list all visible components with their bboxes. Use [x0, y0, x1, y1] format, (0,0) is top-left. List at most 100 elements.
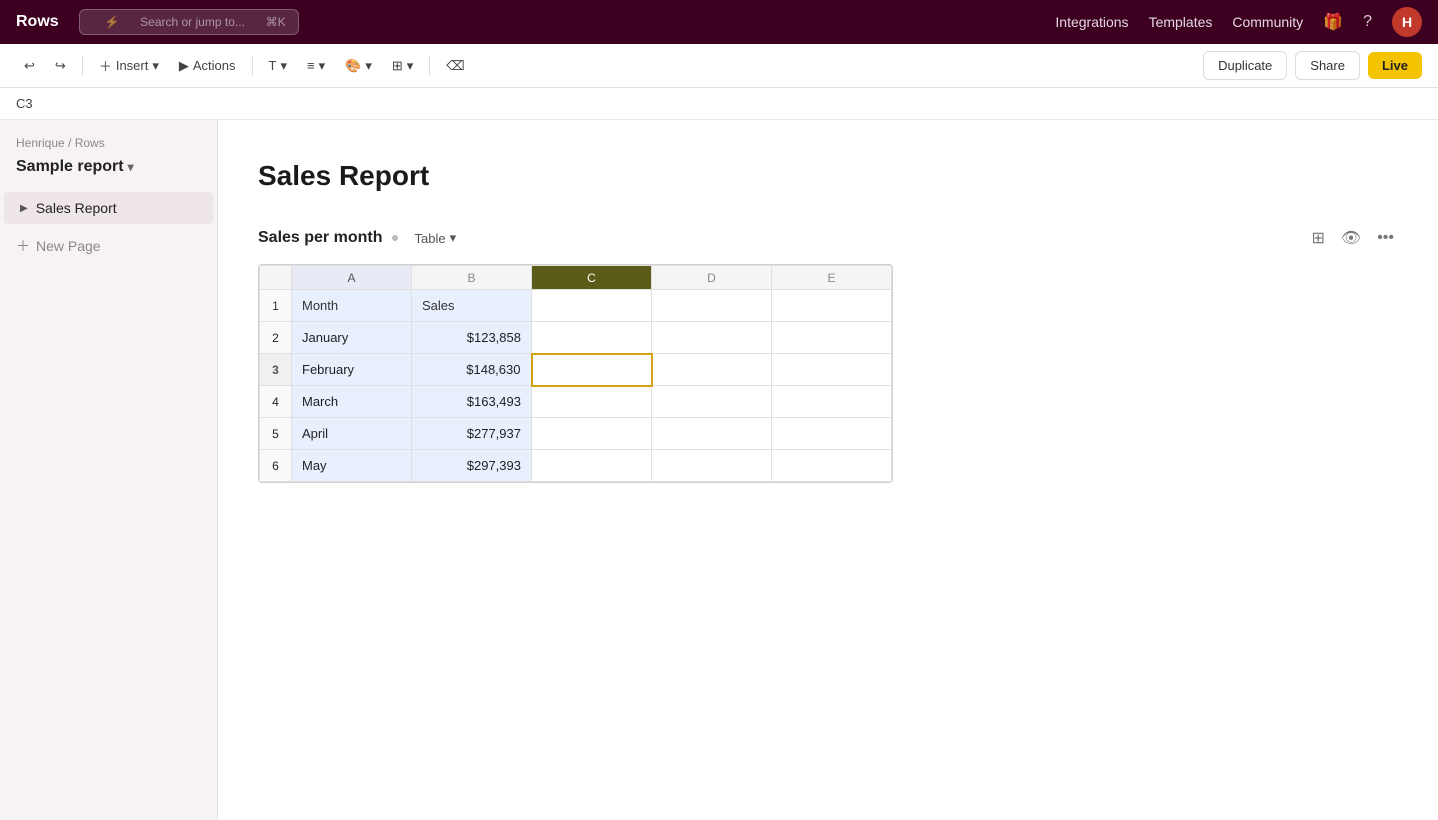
cell-c5[interactable]	[532, 418, 652, 450]
insert-icon: ＋	[99, 56, 112, 75]
table-widget: Sales per month Table ▾ ⊞ 👁 •••	[258, 224, 1398, 486]
live-button[interactable]: Live	[1368, 52, 1422, 79]
cell-e1[interactable]	[772, 290, 892, 322]
app-logo: Rows	[16, 13, 59, 31]
cell-d1[interactable]	[652, 290, 772, 322]
cell-d5[interactable]	[652, 418, 772, 450]
col-c-header[interactable]: C	[532, 266, 652, 290]
sidebar: Henrique / Rows Sample report ▾ ▶ Sales …	[0, 120, 218, 820]
table-row: 1 Month Sales	[260, 290, 892, 322]
rownum-6: 6	[260, 450, 292, 482]
more-button[interactable]: •••	[1373, 225, 1398, 251]
rownum-header	[260, 266, 292, 290]
cell-e6[interactable]	[772, 450, 892, 482]
share-button[interactable]: Share	[1295, 51, 1360, 80]
rownum-5: 5	[260, 418, 292, 450]
cell-c4[interactable]	[532, 386, 652, 418]
cell-d3[interactable]	[652, 354, 772, 386]
integrations-link[interactable]: Integrations	[1055, 14, 1128, 30]
actions-button[interactable]: ▶ Actions	[171, 52, 244, 80]
data-table: A B C D E 1 Month Sales	[259, 265, 892, 482]
cell-a6[interactable]: May	[292, 450, 412, 482]
toolbar: ↩ ↪ ＋ Insert ▾ ▶ Actions T ▾ ≡ ▾ 🎨 ▾ ⊞ ▾…	[0, 44, 1438, 88]
new-page-item[interactable]: ＋ New Page	[0, 228, 217, 264]
table-widget-dot	[392, 235, 398, 241]
cell-d6[interactable]	[652, 450, 772, 482]
cell-b1[interactable]: Sales	[412, 290, 532, 322]
table-row: 6 May $297,393	[260, 450, 892, 482]
table-row: 4 March $163,493	[260, 386, 892, 418]
cell-b6[interactable]: $297,393	[412, 450, 532, 482]
text-format-button[interactable]: T ▾	[261, 52, 295, 80]
table-row: 3 February $148,630	[260, 354, 892, 386]
insert-button[interactable]: ＋ Insert ▾	[91, 50, 167, 81]
cell-b4[interactable]: $163,493	[412, 386, 532, 418]
filter-button[interactable]: ⊞	[1307, 224, 1328, 252]
cell-c6[interactable]	[532, 450, 652, 482]
layout-button[interactable]: ⊞ ▾	[384, 52, 421, 80]
cell-b3[interactable]: $148,630	[412, 354, 532, 386]
cell-e2[interactable]	[772, 322, 892, 354]
cell-a5[interactable]: April	[292, 418, 412, 450]
insert-chevron: ▾	[152, 58, 159, 74]
col-b-header[interactable]: B	[412, 266, 532, 290]
cell-b5[interactable]: $277,937	[412, 418, 532, 450]
rownum-2: 2	[260, 322, 292, 354]
sidebar-page-label: Sales Report	[36, 200, 117, 216]
cell-d4[interactable]	[652, 386, 772, 418]
toolbar-separator-1	[82, 56, 83, 76]
view-button[interactable]: 👁	[1337, 224, 1365, 252]
new-page-label: New Page	[36, 238, 101, 254]
cell-c2[interactable]	[532, 322, 652, 354]
search-placeholder: Search or jump to...	[140, 15, 245, 29]
undo-button[interactable]: ↩	[16, 52, 43, 80]
col-d-header[interactable]: D	[652, 266, 772, 290]
cell-b2[interactable]: $123,858	[412, 322, 532, 354]
toolbar-right-actions: Duplicate Share Live	[1203, 51, 1422, 80]
report-title-text: Sample report	[16, 158, 124, 176]
actions-label: Actions	[193, 58, 236, 73]
duplicate-button[interactable]: Duplicate	[1203, 51, 1287, 80]
table-type-chevron: ▾	[450, 230, 457, 246]
cell-e5[interactable]	[772, 418, 892, 450]
color-button[interactable]: 🎨 ▾	[337, 52, 380, 80]
breadcrumb: Henrique / Rows	[0, 136, 217, 158]
toolbar-separator-2	[252, 56, 253, 76]
help-icon[interactable]: ?	[1363, 13, 1372, 31]
page-title: Sales Report	[258, 160, 1398, 192]
align-button[interactable]: ≡ ▾	[299, 52, 333, 80]
templates-link[interactable]: Templates	[1149, 14, 1213, 30]
sidebar-item-sales-report[interactable]: ▶ Sales Report	[4, 192, 213, 224]
cell-a4[interactable]: March	[292, 386, 412, 418]
spreadsheet: A B C D E 1 Month Sales	[258, 264, 893, 483]
cell-c3[interactable]	[532, 354, 652, 386]
table-row: 2 January $123,858	[260, 322, 892, 354]
eraser-button[interactable]: ⌫	[438, 52, 472, 80]
redo-button[interactable]: ↪	[47, 52, 74, 80]
cell-a2[interactable]: January	[292, 322, 412, 354]
gift-icon[interactable]: 🎁	[1323, 12, 1343, 32]
cell-a3[interactable]: February	[292, 354, 412, 386]
content-area: Sales Report Sales per month Table ▾ ⊞ 👁…	[218, 120, 1438, 820]
col-e-header[interactable]: E	[772, 266, 892, 290]
community-link[interactable]: Community	[1232, 14, 1303, 30]
table-type-button[interactable]: Table ▾	[408, 228, 462, 248]
topnav-right: Integrations Templates Community 🎁 ? H	[1055, 7, 1422, 37]
avatar[interactable]: H	[1392, 7, 1422, 37]
cell-e3[interactable]	[772, 354, 892, 386]
column-header-row: A B C D E	[260, 266, 892, 290]
cell-a1[interactable]: Month	[292, 290, 412, 322]
search-bar[interactable]: ⚡ Search or jump to... ⌘K	[79, 9, 299, 35]
report-title[interactable]: Sample report ▾	[0, 158, 217, 192]
table-widget-header: Sales per month Table ▾ ⊞ 👁 •••	[258, 224, 1398, 252]
page-expand-icon: ▶	[20, 203, 28, 214]
cell-reference-bar: C3	[0, 88, 1438, 120]
cell-c1[interactable]	[532, 290, 652, 322]
cell-e4[interactable]	[772, 386, 892, 418]
rownum-4: 4	[260, 386, 292, 418]
col-a-header[interactable]: A	[292, 266, 412, 290]
search-icon: ⚡	[104, 15, 119, 29]
cell-reference: C3	[16, 96, 33, 111]
cell-d2[interactable]	[652, 322, 772, 354]
top-navigation: Rows ⚡ Search or jump to... ⌘K Integrati…	[0, 0, 1438, 44]
